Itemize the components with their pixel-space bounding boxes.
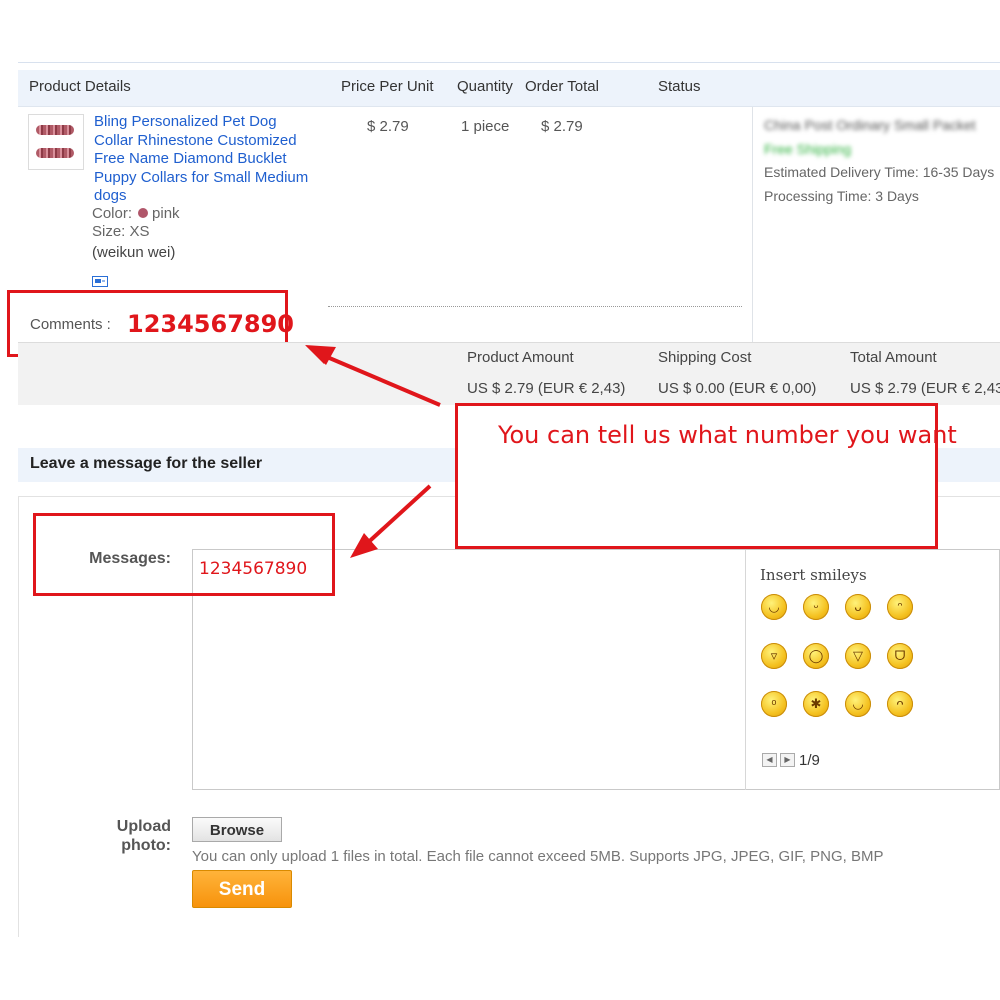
message-section-title: Leave a message for the seller	[30, 455, 263, 472]
smiley-prev-page-icon[interactable]: ◀	[762, 753, 777, 767]
smiley-laugh-icon[interactable]: ▿	[761, 643, 787, 669]
upload-note: You can only upload 1 files in total. Ea…	[192, 848, 884, 865]
unit-price: $ 2.79	[367, 118, 409, 135]
shipping-method: China Post Ordinary Small Packet	[764, 117, 976, 133]
smiley-grin-icon[interactable]: ᗜ	[887, 643, 913, 669]
order-summary: Product Amount US $ 2.79 (EUR € 2,43) Sh…	[18, 342, 1000, 405]
total-amount-label: Total Amount	[850, 349, 937, 366]
smiley-panel-divider	[745, 550, 746, 790]
smiley-page-indicator: 1/9	[799, 752, 820, 769]
product-size: Size: XS	[92, 223, 150, 240]
free-shipping-label: Free Shipping	[764, 141, 852, 157]
upload-photo-label: Upload photo:	[116, 818, 171, 854]
header-price-per-unit: Price Per Unit	[341, 78, 434, 95]
smiley-next-page-icon[interactable]: ▶	[780, 753, 795, 767]
product-color: Color: pink	[92, 205, 180, 222]
smiley-smile-icon[interactable]: ◡	[761, 594, 787, 620]
product-thumbnail[interactable]	[28, 114, 84, 170]
estimated-delivery: Estimated Delivery Time: 16-35 Days	[764, 164, 995, 180]
status-column-divider	[752, 107, 753, 342]
smiley-tongue-icon[interactable]: ᴗ	[845, 594, 871, 620]
product-amount-value: US $ 2.79 (EUR € 2,43)	[467, 380, 626, 397]
order-total-value: $ 2.79	[541, 118, 583, 135]
row-dotted-divider	[328, 306, 742, 307]
browse-button[interactable]: Browse	[192, 817, 282, 842]
header-quantity: Quantity	[457, 78, 513, 95]
smiley-cover-face-icon[interactable]: ᵒ	[761, 691, 787, 717]
smiley-shy-icon[interactable]: ᵔ	[887, 594, 913, 620]
quantity-value: 1 piece	[461, 118, 510, 135]
total-amount-value: US $ 2.79 (EUR € 2,43)	[850, 380, 1000, 397]
annotation-callout-border	[455, 403, 938, 549]
product-amount-label: Product Amount	[467, 349, 574, 366]
product-title-link[interactable]: Bling Personalized Pet Dog Collar Rhines…	[94, 113, 326, 206]
buyer-name: (weikun wei)	[92, 244, 176, 261]
order-table-header: Product Details Price Per Unit Quantity …	[18, 70, 1000, 107]
processing-time: Processing Time: 3 Days	[764, 188, 919, 204]
smiley-sweat-icon[interactable]: ◡	[845, 691, 871, 717]
smiley-shout-icon[interactable]: ◯	[803, 643, 829, 669]
top-divider	[18, 62, 1000, 63]
shipping-cost-label: Shipping Cost	[658, 349, 752, 366]
smileys-title: Insert smileys	[760, 566, 867, 584]
send-button[interactable]: Send	[192, 870, 292, 908]
header-order-total: Order Total	[525, 78, 599, 95]
smiley-cheer-icon[interactable]: ✱	[803, 691, 829, 717]
messages-highlight-box	[33, 513, 335, 596]
color-swatch	[138, 208, 149, 218]
smiley-cry-laugh-icon[interactable]: ▽	[845, 643, 871, 669]
shipping-cost-value: US $ 0.00 (EUR € 0,00)	[658, 380, 817, 397]
header-product-details: Product Details	[29, 78, 131, 95]
smiley-wink-icon[interactable]: ᵕ	[803, 594, 829, 620]
header-status: Status	[658, 78, 701, 95]
smiley-silly-icon[interactable]: ᴖ	[887, 691, 913, 717]
snapshot-icon[interactable]	[92, 274, 108, 287]
